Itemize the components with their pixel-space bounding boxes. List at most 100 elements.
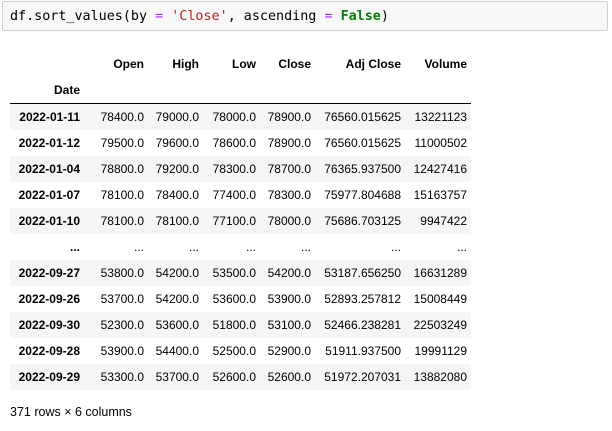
cell-volume: 12427416 — [413, 162, 467, 176]
empty-header-cell — [403, 77, 471, 104]
cell-adj-close: 52893.257812 — [324, 292, 401, 306]
cell-close: 52600.0 — [267, 370, 311, 384]
cell-high: 53700.0 — [155, 370, 199, 384]
cell-open: 53800.0 — [100, 266, 144, 280]
row-index-date: 2022-01-07 — [18, 188, 80, 202]
code-token-call: df.sort_values(by — [10, 9, 156, 24]
cell-adj-close: 75686.703125 — [324, 214, 401, 228]
row-index-date: 2022-01-11 — [19, 110, 80, 124]
code-cell-input[interactable]: df.sort_values(by = 'Close', ascending =… — [2, 1, 608, 31]
cell-high: ... — [188, 240, 199, 254]
column-header-adj-close: Adj Close — [345, 57, 401, 71]
cell-volume: 19991129 — [414, 344, 468, 358]
cell-volume: 9947422 — [420, 214, 467, 228]
cell-adj-close: 76365.937500 — [324, 162, 401, 176]
cell-low: 53600.0 — [212, 292, 256, 306]
column-header-row: Open High Low Close Adj Close Volume — [10, 51, 471, 77]
cell-adj-close: 52466.238281 — [324, 318, 401, 332]
row-index-date: 2022-09-26 — [18, 292, 80, 306]
cell-volume: 11000502 — [414, 136, 468, 150]
table-row: 2022-01-12 79500.0 79600.0 78600.0 78900.0 76… — [10, 130, 471, 156]
code-token-string: 'Close' — [171, 9, 228, 24]
cell-high: 54400.0 — [155, 344, 199, 358]
dataframe-shape-text: 371 rows × 6 columns — [10, 405, 132, 419]
table-row: 2022-01-10 78100.0 78100.0 77100.0 78000.0 75… — [10, 208, 471, 234]
cell-close: 53100.0 — [267, 318, 311, 332]
cell-low: 78600.0 — [212, 136, 256, 150]
empty-header-cell — [258, 77, 313, 104]
cell-close: 78900.0 — [267, 136, 311, 150]
dataframe-body: 2022-01-11 78400.0 79000.0 78000.0 78900.0 76… — [10, 103, 471, 390]
cell-close: 53900.0 — [267, 292, 311, 306]
cell-volume: 22503249 — [413, 318, 467, 332]
cell-low: 51800.0 — [212, 318, 256, 332]
cell-adj-close: 76560.015625 — [324, 136, 401, 150]
row-index-date: 2022-01-04 — [18, 162, 80, 176]
dataframe-table: Open High Low Close Adj Close Volume Dat… — [10, 51, 471, 390]
cell-high: 54200.0 — [155, 266, 199, 280]
cell-high: 54200.0 — [155, 292, 199, 306]
cell-low: 78000.0 — [212, 110, 256, 124]
cell-low: 52600.0 — [212, 370, 256, 384]
row-index-date: 2022-01-12 — [18, 136, 80, 150]
table-row: 2022-01-11 78400.0 79000.0 78000.0 78900.0 76… — [10, 103, 471, 130]
code-token-close: ) — [380, 9, 389, 24]
code-token-arg: , ascending — [227, 9, 325, 24]
cell-close: 78900.0 — [267, 110, 311, 124]
table-row: 2022-01-07 78100.0 78400.0 77400.0 78300.0 75… — [10, 182, 471, 208]
row-index-date: 2022-09-29 — [18, 370, 80, 384]
cell-close: 52900.0 — [267, 344, 311, 358]
column-header-low: Low — [232, 57, 256, 71]
dataframe-output: Open High Low Close Adj Close Volume Dat… — [10, 51, 471, 390]
cell-open: 78100.0 — [100, 188, 144, 202]
cell-open: 79500.0 — [100, 136, 144, 150]
column-header-high: High — [172, 57, 199, 71]
cell-low: 53500.0 — [212, 266, 256, 280]
cell-low: 77400.0 — [212, 188, 256, 202]
cell-high: 79200.0 — [155, 162, 199, 176]
empty-header-cell — [146, 77, 201, 104]
cell-open: 53300.0 — [100, 370, 144, 384]
cell-close: 78000.0 — [267, 214, 311, 228]
row-index-date: 2022-09-27 — [18, 266, 80, 280]
code-token-operator: = — [324, 9, 333, 24]
cell-open: 78400.0 — [100, 110, 144, 124]
cell-close: 78300.0 — [267, 188, 311, 202]
cell-high: 78400.0 — [155, 188, 199, 202]
cell-low: 78300.0 — [212, 162, 256, 176]
table-row: 2022-09-29 53300.0 53700.0 52600.0 52600.0 51… — [10, 364, 471, 390]
cell-high: 78100.0 — [155, 214, 199, 228]
column-header-close: Close — [278, 57, 311, 71]
column-header-open: Open — [113, 57, 144, 71]
cell-adj-close: 53187.656250 — [324, 266, 401, 280]
cell-open: 53900.0 — [100, 344, 144, 358]
cell-volume: ... — [456, 240, 467, 254]
cell-low: 77100.0 — [212, 214, 256, 228]
cell-open: 78800.0 — [100, 162, 144, 176]
cell-open: 78100.0 — [100, 214, 144, 228]
cell-close: 54200.0 — [267, 266, 311, 280]
table-row: 2022-09-30 52300.0 53600.0 51800.0 53100.0 52… — [10, 312, 471, 338]
empty-header-cell — [201, 77, 258, 104]
code-line: df.sort_values(by = 'Close', ascending =… — [10, 9, 389, 25]
cell-close: ... — [300, 240, 311, 254]
empty-header-cell — [88, 77, 146, 104]
table-row: 2022-09-26 53700.0 54200.0 53600.0 53900.0 52… — [10, 286, 471, 312]
column-header-volume: Volume — [424, 57, 467, 71]
code-token-operator: = — [155, 9, 164, 24]
cell-open: 52300.0 — [100, 318, 144, 332]
code-token-keyword: False — [340, 9, 381, 24]
cell-high: 79000.0 — [155, 110, 199, 124]
cell-adj-close: 76560.015625 — [324, 110, 401, 124]
table-row: 2022-09-28 53900.0 54400.0 52500.0 52900.0 51… — [10, 338, 471, 364]
index-name-date: Date — [53, 83, 80, 97]
cell-open: 53700.0 — [100, 292, 144, 306]
cell-high: 53600.0 — [155, 318, 199, 332]
row-index-date: 2022-09-30 — [18, 318, 80, 332]
cell-adj-close: ... — [390, 240, 401, 254]
empty-header-cell — [313, 77, 403, 104]
row-index-date: ... — [69, 240, 80, 254]
table-row: 2022-09-27 53800.0 54200.0 53500.0 54200.0 53… — [10, 260, 471, 286]
cell-volume: 13882080 — [413, 370, 467, 384]
